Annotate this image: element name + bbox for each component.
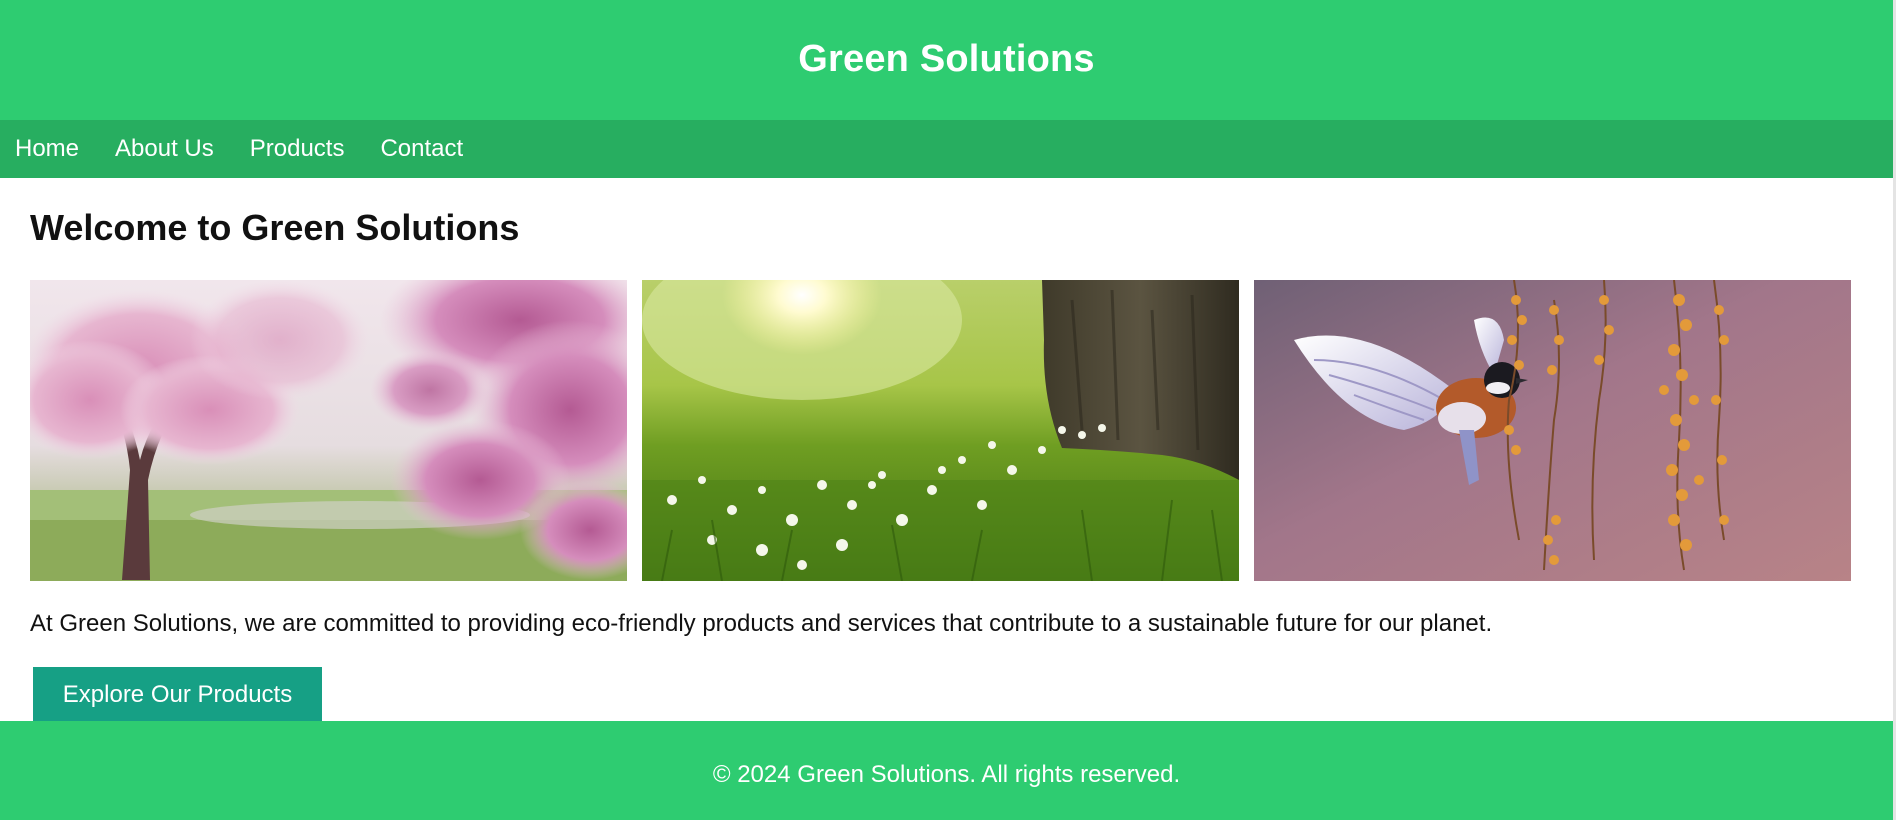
welcome-heading: Welcome to Green Solutions xyxy=(30,207,520,248)
site-header: Green Solutions xyxy=(0,0,1893,120)
site-title: Green Solutions xyxy=(798,37,1095,80)
page: Green Solutions Home About Us Products C… xyxy=(0,0,1896,820)
nav-item-about-us[interactable]: About Us xyxy=(115,120,214,178)
main-nav: Home About Us Products Contact xyxy=(0,120,1893,178)
bird-in-flight-photo xyxy=(1254,280,1851,581)
nav-item-contact[interactable]: Contact xyxy=(380,120,463,178)
nav-item-products[interactable]: Products xyxy=(250,120,345,178)
site-footer: © 2024 Green Solutions. All rights reser… xyxy=(0,721,1893,820)
copyright-text: © 2024 Green Solutions. All rights reser… xyxy=(712,760,1181,788)
image-gallery xyxy=(30,280,1851,581)
sunlit-meadow-photo xyxy=(642,280,1239,581)
intro-text: At Green Solutions, we are committed to … xyxy=(30,610,1493,637)
magnolia-tree-photo xyxy=(30,280,627,581)
nav-item-home[interactable]: Home xyxy=(15,120,79,178)
explore-products-button[interactable]: Explore Our Products xyxy=(33,667,322,723)
